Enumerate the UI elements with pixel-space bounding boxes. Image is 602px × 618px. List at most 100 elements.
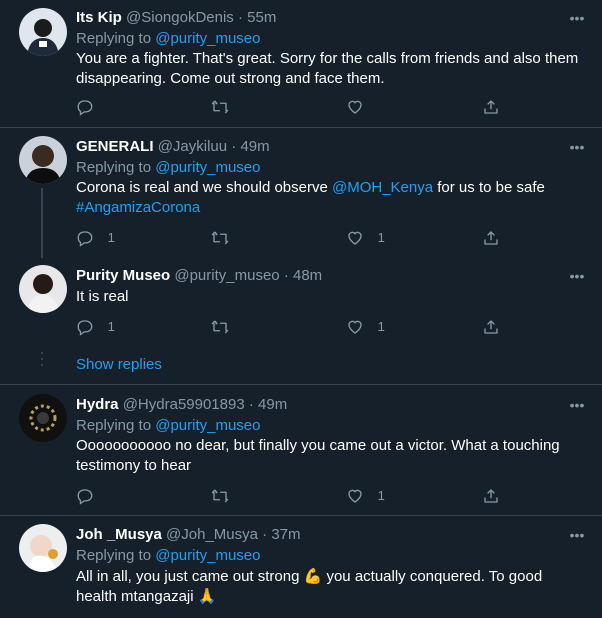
avatar[interactable]	[19, 265, 67, 313]
replying-to-handle[interactable]: @purity_museo	[155, 30, 260, 47]
tweet-text-part: for us to be safe	[433, 179, 545, 196]
reply-icon	[77, 488, 93, 505]
handle[interactable]: @Hydra59901893	[123, 396, 245, 413]
retweet-button[interactable]	[211, 485, 239, 505]
like-button[interactable]: 1	[346, 227, 385, 247]
tweet-header: Its Kip @SiongokDenis · 55m	[76, 8, 276, 28]
tweet-header: GENERALI @Jaykiluu · 49m	[76, 137, 270, 157]
avatar[interactable]	[19, 394, 67, 442]
reply-button[interactable]	[76, 96, 104, 116]
tweet-text-part: Corona is real and we should observe	[76, 179, 332, 196]
hashtag-link[interactable]: #AngamizaCorona	[76, 199, 200, 216]
timestamp[interactable]: 37m	[271, 526, 300, 543]
tweet-text: Ooooooooooo no dear, but finally you cam…	[76, 437, 560, 474]
more-options-icon[interactable]: •••	[568, 11, 586, 30]
tweet-actions: 1 1	[76, 316, 516, 336]
handle[interactable]: @Jaykiluu	[158, 138, 227, 155]
share-icon	[484, 488, 498, 503]
tweet-actions	[76, 96, 516, 116]
like-count: 1	[377, 318, 385, 334]
more-options-icon[interactable]: •••	[568, 398, 586, 417]
display-name[interactable]: Joh _Musya	[76, 526, 162, 543]
reply-button[interactable]: 1	[76, 316, 115, 336]
tweet-text: You are a fighter. That's great. Sorry f…	[76, 50, 579, 87]
more-options-icon[interactable]: •••	[568, 528, 586, 547]
share-button[interactable]	[482, 96, 500, 116]
display-name[interactable]: Its Kip	[76, 9, 122, 26]
timestamp[interactable]: 48m	[293, 267, 322, 284]
reply-count: 1	[107, 318, 115, 334]
heart-icon	[348, 320, 362, 334]
separator-dot: ·	[283, 267, 289, 284]
replying-to: Replying to @purity_museo	[76, 158, 261, 178]
replying-to-label: Replying to	[76, 417, 156, 434]
retweet-button[interactable]	[211, 227, 239, 247]
like-count: 1	[377, 229, 385, 245]
folded-hands-emoji: 🙏	[197, 588, 217, 605]
replying-to-label: Replying to	[76, 159, 156, 176]
heart-icon	[348, 100, 362, 114]
replying-to-handle[interactable]: @purity_museo	[155, 417, 260, 434]
avatar[interactable]	[19, 136, 67, 184]
retweet-button[interactable]	[211, 96, 239, 116]
mention-link[interactable]: @MOH_Kenya	[332, 179, 433, 196]
flexed-biceps-emoji: 💪	[303, 568, 323, 585]
retweet-icon	[211, 100, 229, 114]
thread-line	[41, 188, 43, 258]
avatar[interactable]	[19, 8, 67, 56]
divider	[0, 127, 602, 128]
replying-to-handle[interactable]: @purity_museo	[155, 159, 260, 176]
handle[interactable]: @Joh_Musya	[166, 526, 258, 543]
retweet-button[interactable]	[211, 316, 239, 336]
share-button[interactable]	[482, 316, 500, 336]
divider	[0, 384, 602, 385]
tweet-header: Joh _Musya @Joh_Musya · 37m	[76, 525, 301, 545]
separator-dot: ·	[231, 138, 237, 155]
tweet-header: Purity Museo @purity_museo · 48m	[76, 266, 322, 286]
more-options-icon[interactable]: •••	[568, 140, 586, 159]
tweet-text: All in all, you just came out strong 💪 y…	[76, 567, 586, 607]
replying-to-label: Replying to	[76, 30, 156, 47]
like-button[interactable]: 1	[346, 485, 385, 505]
tweet-text: It is real	[76, 288, 129, 305]
separator-dot: ·	[248, 396, 254, 413]
handle[interactable]: @purity_museo	[174, 267, 279, 284]
reply-button[interactable]	[76, 485, 104, 505]
like-button[interactable]: 1	[346, 316, 385, 336]
timestamp[interactable]: 55m	[247, 9, 276, 26]
tweet-actions: 1 1	[76, 227, 516, 247]
timestamp[interactable]: 49m	[258, 396, 287, 413]
replying-to-handle[interactable]: @purity_museo	[155, 547, 260, 564]
display-name[interactable]: Hydra	[76, 396, 119, 413]
display-name[interactable]: GENERALI	[76, 138, 154, 155]
thread-dots	[41, 352, 43, 366]
handle[interactable]: @SiongokDenis	[126, 9, 234, 26]
share-button[interactable]	[482, 485, 500, 505]
like-button[interactable]	[346, 96, 374, 116]
reply-icon	[77, 99, 93, 116]
avatar[interactable]	[19, 524, 67, 572]
more-options-icon[interactable]: •••	[568, 269, 586, 288]
display-name[interactable]: Purity Museo	[76, 267, 170, 284]
heart-icon	[348, 489, 362, 503]
timestamp[interactable]: 49m	[240, 138, 269, 155]
tweet-header: Hydra @Hydra59901893 · 49m	[76, 395, 287, 415]
replying-to: Replying to @purity_museo	[76, 546, 261, 566]
reply-icon	[77, 319, 93, 336]
separator-dot: ·	[237, 9, 243, 26]
replying-to: Replying to @purity_museo	[76, 416, 261, 436]
replying-to-label: Replying to	[76, 547, 156, 564]
reply-button[interactable]: 1	[76, 227, 115, 247]
replying-to: Replying to @purity_museo	[76, 29, 261, 49]
share-button[interactable]	[482, 227, 500, 247]
heart-icon	[348, 231, 362, 245]
divider	[0, 515, 602, 516]
show-replies-link[interactable]: Show replies	[76, 355, 162, 375]
reply-icon	[77, 230, 93, 247]
share-icon	[484, 99, 498, 114]
separator-dot: ·	[262, 526, 268, 543]
retweet-icon	[211, 231, 229, 245]
tweet-actions: 1	[76, 485, 516, 505]
tweet-text-part: All in all, you just came out strong	[76, 568, 304, 585]
retweet-icon	[211, 489, 229, 503]
